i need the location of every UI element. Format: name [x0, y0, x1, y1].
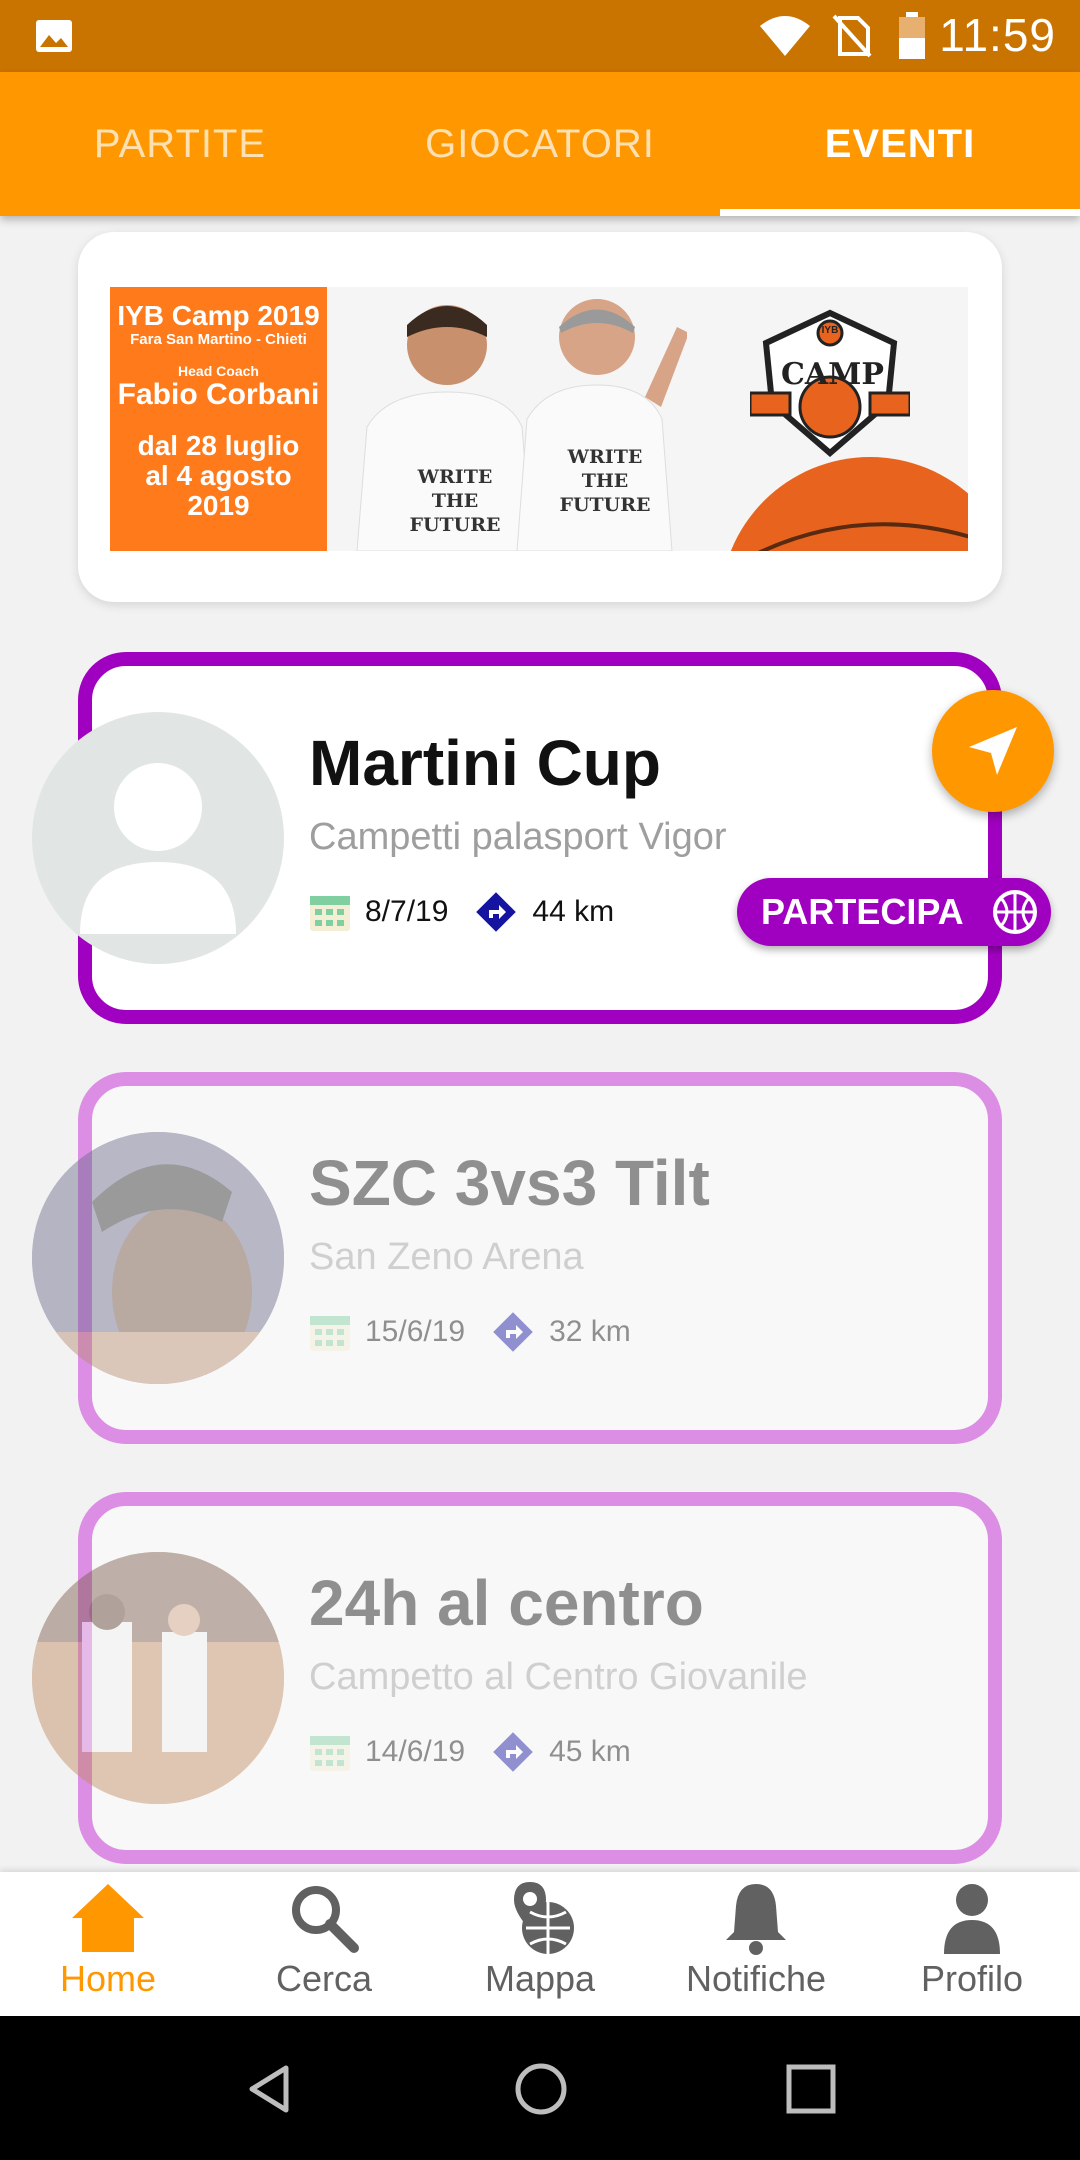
navigate-fab-button[interactable]: [932, 690, 1054, 812]
shirt-text-right: WRITE THE FUTURE: [559, 446, 651, 516]
event-title: 24h al centro: [309, 1567, 704, 1639]
shirt-text-left: WRITE THE FUTURE: [409, 466, 501, 536]
promo-banner-card[interactable]: IYB Camp 2019 Fara San Martino - Chieti …: [78, 232, 1002, 602]
status-bar: 11:59: [0, 0, 1080, 72]
nav-home[interactable]: Home: [0, 1872, 216, 2016]
battery-icon: [899, 12, 925, 59]
wifi-icon: [760, 16, 810, 56]
event-avatar-photo: [32, 1132, 284, 1384]
directions-icon: [493, 1312, 533, 1352]
tab-giocatori[interactable]: GIOCATORI: [360, 72, 720, 216]
nav-label: Home: [59, 1958, 157, 1999]
home-icon: [72, 1884, 144, 1952]
user-placeholder-icon: [80, 763, 236, 934]
banner-dates: dal 28 luglio al 4 agosto 2019: [137, 430, 300, 521]
banner-coach-name: Fabio Corbani: [117, 378, 320, 411]
banner-title: IYB Camp 2019: [117, 300, 320, 331]
event-distance: 44 km: [532, 895, 615, 928]
event-date: 14/6/19: [365, 1735, 466, 1768]
event-date: 15/6/19: [365, 1315, 466, 1348]
calendar-icon: [310, 896, 350, 931]
nav-profilo[interactable]: Profilo: [864, 1872, 1080, 2016]
event-venue: Campetti palasport Vigor: [309, 816, 727, 858]
event-venue: San Zeno Arena: [309, 1236, 584, 1278]
banner-coach-label: Head Coach: [178, 363, 259, 379]
nav-label: Cerca: [275, 1958, 373, 1999]
nav-label: Mappa: [484, 1958, 596, 1999]
calendar-icon: [310, 1316, 350, 1351]
calendar-icon: [310, 1736, 350, 1771]
banner-location: Fara San Martino - Chieti: [130, 331, 307, 348]
back-icon[interactable]: [246, 2064, 294, 2114]
top-tab-bar: PARTITE GIOCATORI EVENTI: [0, 72, 1080, 216]
directions-icon: [476, 892, 517, 932]
event-distance: 32 km: [549, 1315, 631, 1348]
event-title: Martini Cup: [309, 727, 661, 799]
nav-notifiche[interactable]: Notifiche: [648, 1872, 864, 2016]
event-meta: 14/6/19 45 km: [309, 1730, 631, 1774]
image-notification-icon: [36, 20, 72, 52]
map-globe-icon: [514, 1882, 574, 1954]
camp-logo-small-text: IYB: [821, 325, 839, 336]
bottom-navigation: Home Cerca Mappa Notifiche Profilo: [0, 1872, 1080, 2016]
system-navigation-bar: [0, 2016, 1080, 2160]
event-date: 8/7/19: [365, 895, 449, 928]
basketball-icon: [993, 890, 1037, 934]
search-icon: [292, 1886, 359, 1953]
navigation-arrow-icon: [969, 727, 1017, 775]
profile-icon: [944, 1884, 1000, 1954]
event-venue: Campetto al Centro Giovanile: [309, 1656, 808, 1698]
event-avatar-photo: [32, 1552, 284, 1804]
no-sim-icon: [832, 14, 872, 58]
event-avatar-placeholder: [32, 712, 284, 964]
nav-mappa[interactable]: Mappa: [432, 1872, 648, 2016]
tab-partite[interactable]: PARTITE: [0, 72, 360, 216]
nav-cerca[interactable]: Cerca: [216, 1872, 432, 2016]
event-distance: 45 km: [549, 1735, 631, 1768]
home-circle-icon[interactable]: [514, 2062, 568, 2116]
promo-banner-image[interactable]: IYB Camp 2019 Fara San Martino - Chieti …: [110, 287, 968, 551]
banner-text-panel: IYB Camp 2019 Fara San Martino - Chieti …: [110, 287, 327, 551]
tab-eventi[interactable]: EVENTI: [720, 72, 1080, 216]
event-title: SZC 3vs3 Tilt: [309, 1147, 710, 1219]
camp-logo-text: CAMP: [781, 357, 884, 392]
recents-icon[interactable]: [786, 2064, 836, 2114]
nav-label: Notifiche: [685, 1958, 827, 1999]
directions-icon: [493, 1732, 533, 1772]
status-time: 11:59: [939, 9, 1056, 61]
bell-icon: [726, 1884, 786, 1955]
event-meta: 8/7/19 44 km: [309, 890, 614, 934]
event-meta: 15/6/19 32 km: [309, 1310, 631, 1354]
nav-label: Profilo: [920, 1958, 1024, 1999]
partecipa-button[interactable]: PARTECIPA: [737, 878, 1051, 946]
